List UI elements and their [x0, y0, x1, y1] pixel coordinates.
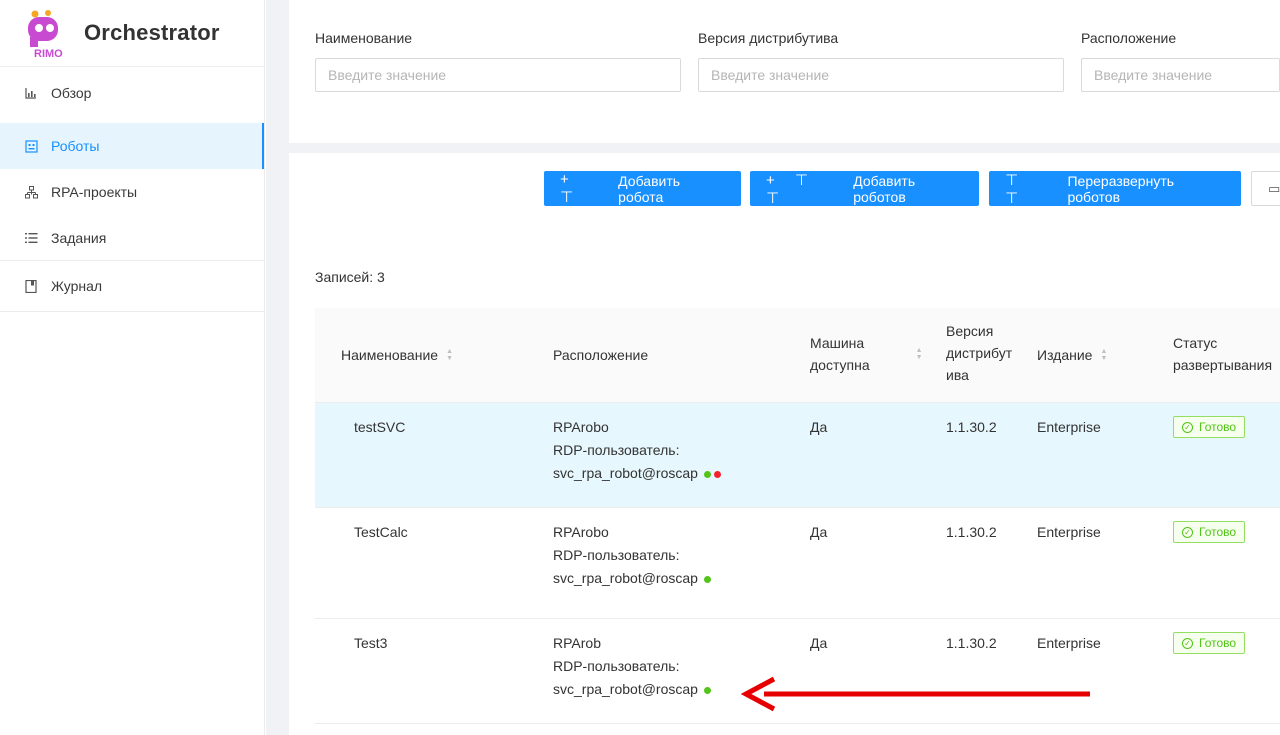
list-icon: [24, 231, 38, 245]
project-tree-icon: [24, 185, 38, 199]
col-machine-header[interactable]: Машина доступна ▲ ▼: [810, 332, 923, 376]
robot-location: RPArob RDP-пользователь: svc_rpa_robot@r…: [553, 632, 711, 701]
name-filter-input[interactable]: [315, 58, 681, 92]
status-dot-red: [713, 470, 721, 478]
table-header: Наименование ▲ ▼ Расположение Машина дост…: [315, 308, 1280, 403]
upload-icon: ⊤ ⊤: [1005, 171, 1027, 207]
status-dot-green: [703, 575, 711, 583]
robot-edition: Enterprise: [1037, 635, 1101, 651]
robot-name[interactable]: testSVC: [354, 416, 405, 439]
svg-text:RIMO: RIMO: [34, 48, 63, 59]
check-circle-icon: ✓: [1182, 526, 1193, 538]
robot-edition: Enterprise: [1037, 419, 1101, 435]
robot-version: 1.1.30.2: [946, 524, 997, 540]
robot-name[interactable]: Test3: [354, 632, 387, 655]
redeploy-robots-button[interactable]: ⊤ ⊤ Переразвернуть роботов: [989, 171, 1241, 207]
col-edition-header[interactable]: Издание ▲ ▼: [1037, 344, 1107, 366]
status-dot-green: [703, 686, 711, 694]
col-name-header[interactable]: Наименование ▲ ▼: [341, 344, 453, 366]
filter-label: Наименование: [315, 30, 413, 46]
col-status-label: Статус развертывания: [1173, 335, 1273, 373]
col-version-label: Версия дистрибут ива: [946, 323, 1013, 383]
plus-upload-icon: + ⊤: [560, 171, 582, 206]
robot-location: RPArobo RDP-пользователь: svc_rpa_robot@…: [553, 521, 711, 590]
location-filter-input[interactable]: [1081, 58, 1280, 92]
robots-panel: + ⊤ Добавить робота + ⊤ ⊤ Добавить робот…: [289, 153, 1280, 735]
status-badge: ✓ Готово: [1173, 416, 1246, 438]
file-icon: ▭: [1268, 181, 1280, 196]
sidebar-item-label: Задания: [51, 229, 107, 246]
primo-logo[interactable]: RIMO: [22, 7, 70, 60]
filter-label: Версия дистрибутива: [698, 30, 839, 46]
machine-available: Да: [810, 419, 828, 435]
filter-name: Наименование: [315, 30, 681, 92]
redeploy-label: Переразвернуть роботов: [1067, 172, 1175, 205]
robot-icon: [24, 139, 38, 153]
sidebar-item-label: Журнал: [51, 278, 103, 294]
sort-icon[interactable]: ▲ ▼: [446, 348, 453, 362]
col-name-label: Наименование: [341, 347, 439, 363]
sort-icon[interactable]: ▲ ▼: [916, 347, 923, 361]
col-location-label: Расположение: [553, 347, 649, 363]
add-robots-button[interactable]: + ⊤ ⊤ Добавить роботов: [750, 171, 979, 207]
sidebar-item-label: Обзор: [51, 85, 92, 101]
robot-location: RPArobo RDP-пользователь: svc_rpa_robot@…: [553, 416, 721, 485]
sidebar-item-label: RPA-проекты: [51, 184, 138, 200]
status-badge: ✓ Готово: [1173, 521, 1246, 543]
machine-available: Да: [810, 524, 828, 540]
col-machine-label: Машина доступна: [810, 335, 870, 373]
col-status-header: Статус развертывания: [1173, 332, 1272, 376]
add-robot-button[interactable]: + ⊤ Добавить робота: [544, 171, 741, 206]
filter-panel: Наименование Версия дистрибутива Располо…: [289, 0, 1280, 143]
main-content: Наименование Версия дистрибутива Располо…: [266, 0, 1280, 735]
sidebar-item-robots[interactable]: Роботы: [0, 123, 264, 169]
col-location-header: Расположение: [553, 344, 648, 366]
col-version-header: Версия дистрибут ива: [946, 320, 1012, 386]
brand-header: RIMO Orchestrator: [0, 0, 264, 67]
table-row[interactable]: testSVC RPArobo RDP-пользователь: svc_rp…: [315, 403, 1280, 508]
sort-icon[interactable]: ▲ ▼: [1100, 348, 1107, 362]
app-title: Orchestrator: [84, 20, 220, 45]
annotation-arrow-icon: [740, 676, 1090, 712]
robot-version: 1.1.30.2: [946, 419, 997, 435]
add-robots-label: Добавить роботов: [853, 172, 916, 205]
chart-icon: [24, 86, 38, 100]
robots-table: Наименование ▲ ▼ Расположение Машина дост…: [315, 308, 1280, 724]
plus-upload-icon: + ⊤ ⊤: [766, 171, 816, 207]
robot-version: 1.1.30.2: [946, 635, 997, 651]
sidebar-item-label: Роботы: [51, 138, 100, 154]
check-circle-icon: ✓: [1182, 637, 1193, 649]
table-row[interactable]: TestCalc RPArobo RDP-пользователь: svc_r…: [315, 508, 1280, 619]
export-button[interactable]: ▭: [1251, 171, 1280, 206]
records-count: Записей: 3: [315, 269, 385, 285]
sidebar-item-tasks[interactable]: Задания: [0, 215, 264, 261]
filter-location: Расположение: [1081, 30, 1280, 92]
status-dot-green: [703, 470, 711, 478]
sidebar: RIMO Orchestrator Обзор Роботы RPA-проек…: [0, 0, 265, 735]
check-circle-icon: ✓: [1182, 421, 1193, 433]
machine-available: Да: [810, 635, 828, 651]
filter-label: Расположение: [1081, 30, 1177, 46]
filter-version: Версия дистрибутива: [698, 30, 1064, 92]
sidebar-item-rpa-projects[interactable]: RPA-проекты: [0, 169, 264, 215]
sidebar-item-journal[interactable]: Журнал: [0, 261, 264, 312]
version-filter-input[interactable]: [698, 58, 1064, 92]
robot-name[interactable]: TestCalc: [354, 521, 408, 544]
status-badge: ✓ Готово: [1173, 632, 1246, 654]
journal-icon: [24, 279, 38, 293]
add-robot-label: Добавить робота: [618, 172, 681, 205]
sidebar-item-overview[interactable]: Обзор: [0, 70, 264, 116]
robot-edition: Enterprise: [1037, 524, 1101, 540]
col-edition-label: Издание: [1037, 347, 1093, 363]
